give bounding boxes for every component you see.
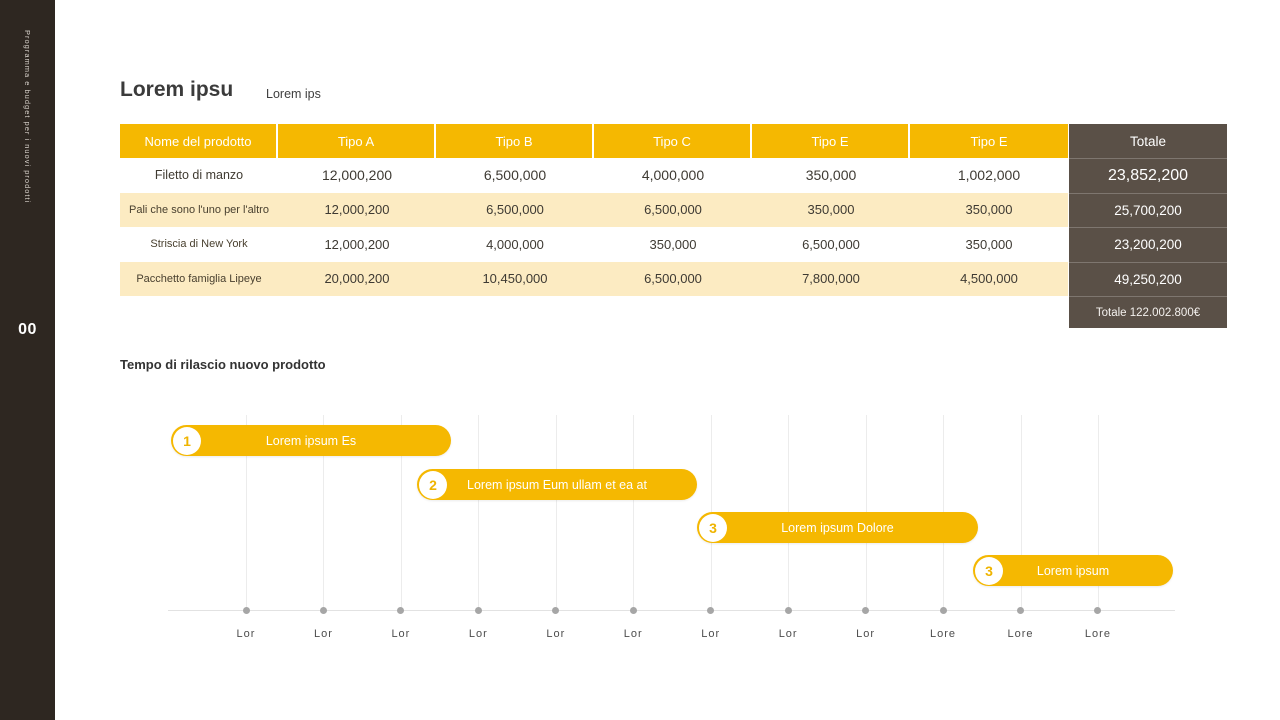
timeline-tick-label: Lor — [237, 628, 256, 640]
timeline-tick-dot — [862, 607, 869, 614]
totals-column: Totale 23,852,20025,700,20023,200,20049,… — [1069, 124, 1227, 328]
value-cell: 1,002,000 — [910, 158, 1068, 193]
timeline-tick-label: Lor — [779, 628, 798, 640]
value-cell: 350,000 — [594, 227, 752, 262]
timeline-tick-dot — [552, 607, 559, 614]
milestone-pill: 1Lorem ipsum Es — [171, 425, 451, 456]
total-cell: 25,700,200 — [1069, 193, 1227, 228]
timeline-tick-dot — [243, 607, 250, 614]
timeline-tick-label: Lor — [624, 628, 643, 640]
timeline-tick-label: Lor — [856, 628, 875, 640]
table-row: Striscia di New York12,000,2004,000,0003… — [120, 227, 1068, 262]
timeline-tick-label: Lor — [701, 628, 720, 640]
timeline-tick-dot — [940, 607, 947, 614]
column-header: Tipo E — [752, 124, 910, 158]
table-row: Pali che sono l'uno per l'altro12,000,20… — [120, 193, 1068, 228]
value-cell: 350,000 — [752, 193, 910, 228]
column-header: Tipo B — [436, 124, 594, 158]
value-cell: 6,500,000 — [594, 262, 752, 297]
timeline-tick-label: Lor — [469, 628, 488, 640]
timeline-tick-dot — [1017, 607, 1024, 614]
value-cell: 4,500,000 — [910, 262, 1068, 297]
table-row: Filetto di manzo12,000,2006,500,0004,000… — [120, 158, 1068, 193]
value-cell: 350,000 — [910, 193, 1068, 228]
timeline-tick-dot — [707, 607, 714, 614]
timeline-tick-label: Lore — [1007, 628, 1033, 640]
value-cell: 12,000,200 — [278, 158, 436, 193]
milestone-pill: 2Lorem ipsum Eum ullam et ea at — [417, 469, 697, 500]
milestone-label: Lorem ipsum Es — [171, 425, 451, 456]
timeline-gridline — [633, 415, 634, 610]
value-cell: 350,000 — [752, 158, 910, 193]
timeline-heading: Tempo di rilascio nuovo prodotto — [120, 357, 326, 372]
timeline-gridline — [556, 415, 557, 610]
column-header: Tipo A — [278, 124, 436, 158]
timeline-tick-dot — [397, 607, 404, 614]
milestone-pill: 3Lorem ipsum — [973, 555, 1173, 586]
milestone-label: Lorem ipsum — [973, 555, 1173, 586]
sidebar: Programma e budget per i nuovi prodotti … — [0, 0, 55, 720]
timeline-tick-dot — [1094, 607, 1101, 614]
page-number: 00 — [0, 321, 55, 339]
product-name-cell: Filetto di manzo — [120, 158, 278, 193]
column-header-name: Nome del prodotto — [120, 124, 278, 158]
value-cell: 12,000,200 — [278, 193, 436, 228]
value-cell: 4,000,000 — [436, 227, 594, 262]
table-header-row: Nome del prodottoTipo ATipo BTipo CTipo … — [120, 124, 1068, 158]
value-cell: 6,500,000 — [436, 158, 594, 193]
sidebar-vertical-title: Programma e budget per i nuovi prodotti — [23, 30, 32, 203]
slide: Programma e budget per i nuovi prodotti … — [0, 0, 1280, 720]
timeline-tick-dot — [630, 607, 637, 614]
product-table: Nome del prodottoTipo ATipo BTipo CTipo … — [120, 124, 1068, 296]
timeline-tick-label: Lore — [1085, 628, 1111, 640]
column-header: Tipo E — [910, 124, 1068, 158]
milestone-label: Lorem ipsum Eum ullam et ea at — [417, 469, 697, 500]
total-cell: 23,852,200 — [1069, 158, 1227, 193]
value-cell: 6,500,000 — [594, 193, 752, 228]
timeline-tick-label: Lor — [314, 628, 333, 640]
column-header: Tipo C — [594, 124, 752, 158]
totals-column-header: Totale — [1069, 124, 1227, 158]
product-name-cell: Striscia di New York — [120, 227, 278, 262]
total-cell: 23,200,200 — [1069, 227, 1227, 262]
value-cell: 7,800,000 — [752, 262, 910, 297]
timeline-tick-label: Lor — [391, 628, 410, 640]
page-subtitle: Lorem ips — [266, 87, 321, 101]
page-title: Lorem ipsu — [120, 78, 233, 102]
value-cell: 6,500,000 — [436, 193, 594, 228]
value-cell: 4,000,000 — [594, 158, 752, 193]
milestone-label: Lorem ipsum Dolore — [697, 512, 978, 543]
timeline-tick-label: Lor — [546, 628, 565, 640]
table-row: Pacchetto famiglia Lipeye20,000,20010,45… — [120, 262, 1068, 297]
total-cell: 49,250,200 — [1069, 262, 1227, 297]
timeline-tick-dot — [785, 607, 792, 614]
product-name-cell: Pacchetto famiglia Lipeye — [120, 262, 278, 297]
value-cell: 10,450,000 — [436, 262, 594, 297]
value-cell: 350,000 — [910, 227, 1068, 262]
product-name-cell: Pali che sono l'uno per l'altro — [120, 193, 278, 228]
value-cell: 20,000,200 — [278, 262, 436, 297]
value-cell: 6,500,000 — [752, 227, 910, 262]
value-cell: 12,000,200 — [278, 227, 436, 262]
timeline-tick-dot — [475, 607, 482, 614]
milestone-pill: 3Lorem ipsum Dolore — [697, 512, 978, 543]
timeline-tick-label: Lore — [930, 628, 956, 640]
grand-total: Totale 122.002.800€ — [1069, 296, 1227, 328]
totals-rows: 23,852,20025,700,20023,200,20049,250,200 — [1069, 158, 1227, 296]
timeline-tick-dot — [320, 607, 327, 614]
table-body: Filetto di manzo12,000,2006,500,0004,000… — [120, 158, 1068, 296]
timeline-gridline — [478, 415, 479, 610]
